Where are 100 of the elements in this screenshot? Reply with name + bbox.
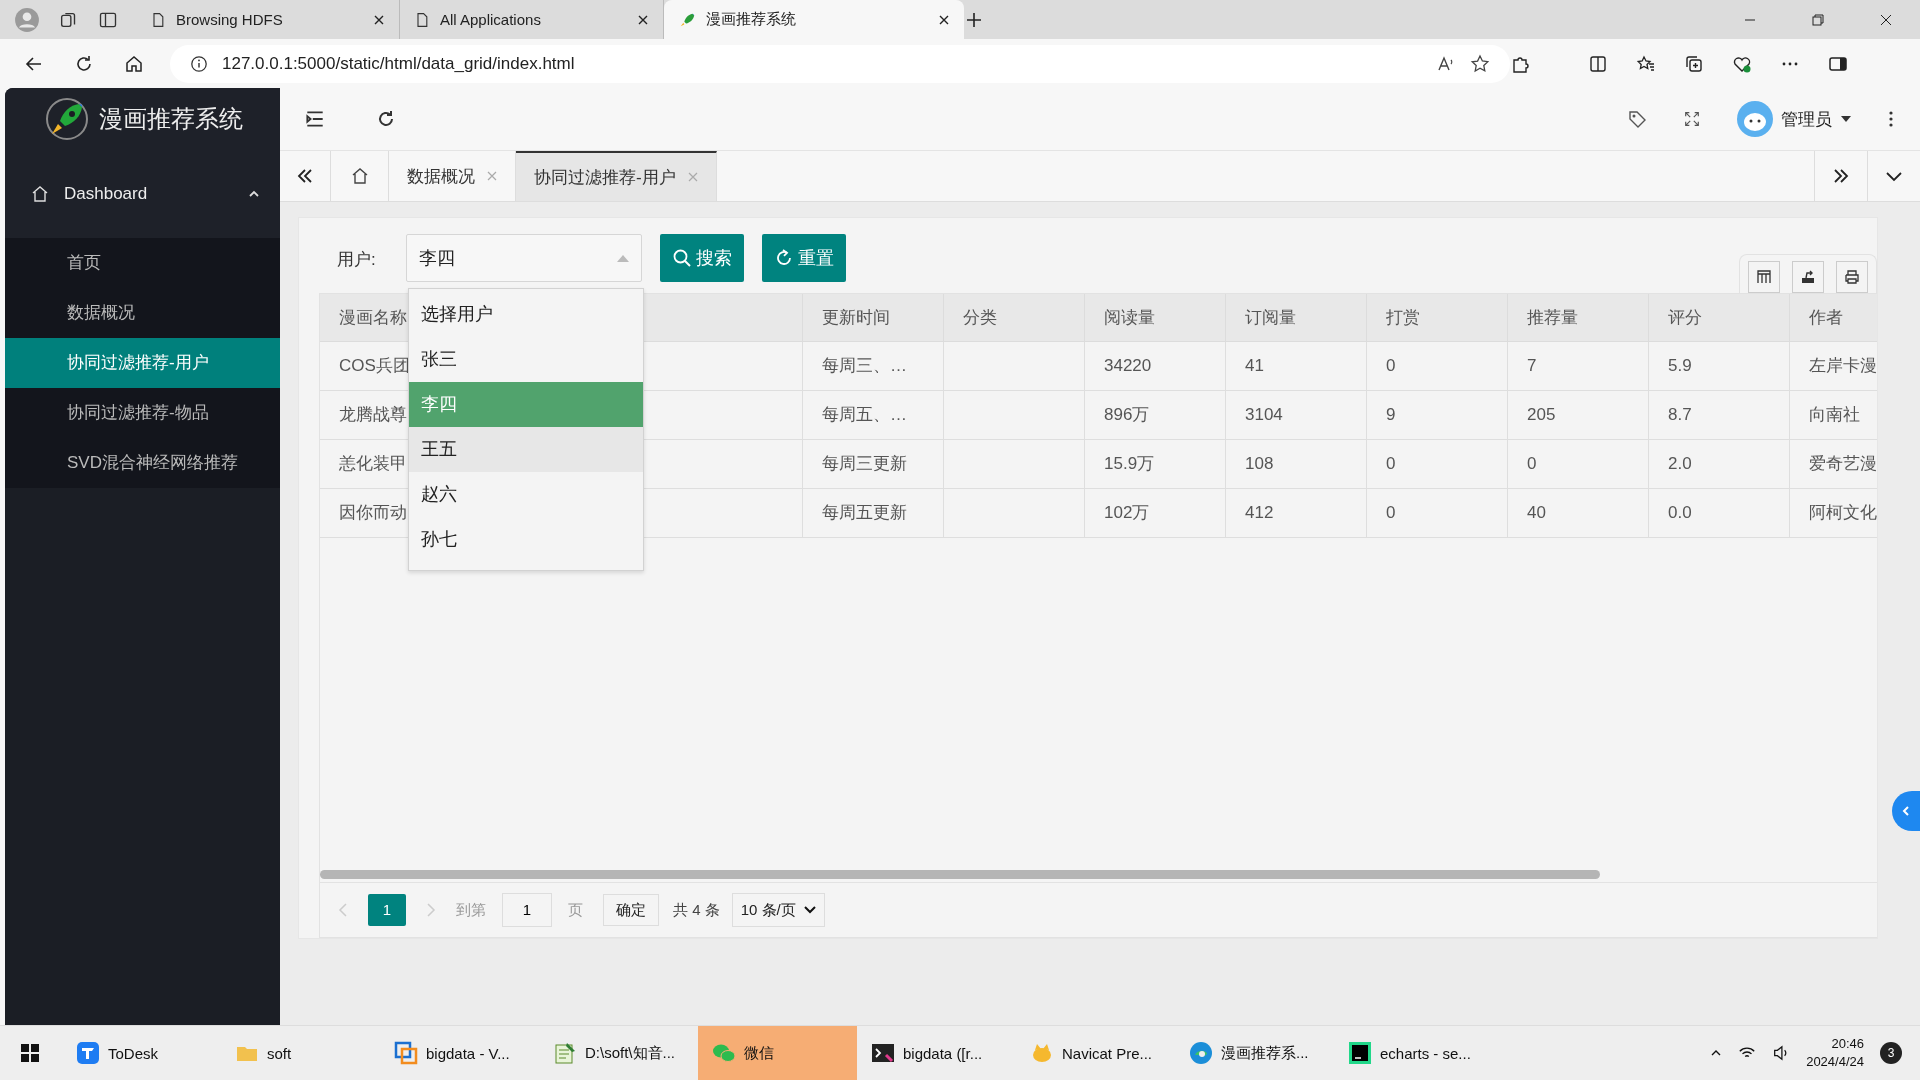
sidebar-item[interactable]: SVD混合神经网络推荐: [5, 438, 280, 488]
sidebar-item[interactable]: 首页: [5, 238, 280, 288]
page-number[interactable]: 1: [368, 894, 406, 926]
total-count: 共 4 条: [673, 900, 720, 920]
table-cell: 102万: [1085, 489, 1226, 538]
taskbar-app[interactable]: soft: [221, 1026, 380, 1080]
tab-title: 漫画推荐系统: [706, 10, 797, 29]
close-icon[interactable]: [637, 13, 649, 26]
table-cell: 0: [1367, 440, 1508, 489]
dropdown-option[interactable]: 赵六: [409, 472, 643, 517]
squares-icon: [394, 1041, 418, 1065]
table-cell: 左岸卡漫: [1790, 342, 1877, 391]
close-icon[interactable]: [938, 13, 950, 26]
table-cell: 每周三更新: [803, 440, 944, 489]
close-icon[interactable]: [373, 13, 385, 26]
user-menu[interactable]: 管理员: [1737, 101, 1852, 137]
refresh-icon[interactable]: [376, 109, 396, 129]
confirm-button[interactable]: 确定: [603, 894, 659, 926]
dropdown-option[interactable]: 选择用户: [409, 292, 643, 337]
taskbar-app[interactable]: D:\soft\知音...: [539, 1026, 698, 1080]
split-screen-icon[interactable]: [1588, 53, 1608, 74]
table-cell: 896万: [1085, 391, 1226, 440]
restore-icon[interactable]: [1812, 13, 1824, 26]
table-cell: 40: [1508, 489, 1649, 538]
column-header: 阅读量: [1085, 294, 1226, 342]
fullscreen-icon[interactable]: [1683, 110, 1701, 128]
table-cell: 向南社: [1790, 391, 1877, 440]
taskbar-app[interactable]: echarts - se...: [1334, 1026, 1493, 1080]
avatar-icon: [1737, 101, 1773, 137]
sidebar-item[interactable]: 协同过滤推荐-物品: [5, 388, 280, 438]
info-icon: [190, 54, 208, 73]
collections-icon[interactable]: [1684, 53, 1704, 74]
reset-button[interactable]: 重置: [761, 234, 846, 282]
browser-icon: [1189, 1041, 1213, 1065]
table-cell: 8.7: [1649, 391, 1790, 440]
page-tab[interactable]: 协同过滤推荐-用户: [516, 151, 717, 201]
app-title: 漫画推荐系统: [99, 104, 243, 134]
windows-start-icon[interactable]: [20, 1043, 40, 1063]
table-cell: 阿柯文化: [1790, 489, 1877, 538]
taskbar-app[interactable]: 漫画推荐系...: [1175, 1026, 1334, 1080]
search-icon: [671, 248, 692, 268]
export-icon: [1800, 269, 1816, 285]
url-text: 127.0.0.1:5000/static/html/data_grid/index.html: [222, 53, 575, 74]
columns-button[interactable]: [1748, 261, 1780, 293]
tag-icon[interactable]: [1627, 109, 1647, 129]
table-cell: 0: [1508, 440, 1649, 489]
taskbar-app-label: Navicat Pre...: [1062, 1044, 1153, 1062]
search-button[interactable]: 搜索: [659, 234, 744, 282]
table-cell: 爱奇艺漫: [1790, 440, 1877, 489]
table-cell: 9: [1367, 391, 1508, 440]
user-select[interactable]: 李四: [405, 234, 642, 282]
notification-badge[interactable]: 3: [1880, 1042, 1902, 1064]
page-tab-label: 协同过滤推荐-用户: [534, 166, 676, 189]
table-cell: 0: [1367, 342, 1508, 391]
column-header: 评分: [1649, 294, 1790, 342]
menu-group[interactable]: Dashboard: [5, 150, 280, 238]
address-bar[interactable]: 127.0.0.1:5000/static/html/data_grid/index.html: [170, 44, 1510, 83]
ide-icon: [1348, 1041, 1372, 1065]
browser-tab[interactable]: 漫画推荐系统: [664, 0, 964, 39]
dropdown-option[interactable]: 孙七: [409, 517, 643, 562]
taskbar-app-label: 微信: [744, 1043, 774, 1063]
table-cell: 7: [1508, 342, 1649, 391]
scrollbar-thumb[interactable]: [320, 870, 1600, 879]
table-cell: 15.9万: [1085, 440, 1226, 489]
print-button[interactable]: [1836, 261, 1868, 293]
taskbar-app-label: bigdata - V...: [426, 1044, 510, 1062]
taskbar-app[interactable]: bigdata - V...: [380, 1026, 539, 1080]
rocket-logo-icon: [45, 97, 89, 141]
table-cell: 34220: [1085, 342, 1226, 391]
terminal-icon: [871, 1041, 895, 1065]
close-icon[interactable]: [1880, 13, 1892, 26]
column-header: 更新时间: [803, 294, 944, 342]
favorites-icon[interactable]: [1636, 53, 1656, 74]
home-icon: [30, 184, 50, 204]
taskbar-app[interactable]: ToDesk: [62, 1026, 221, 1080]
page-input[interactable]: 1: [502, 893, 552, 927]
table-cell: 每周三、…: [803, 342, 944, 391]
table-cell: 205: [1508, 391, 1649, 440]
home-icon[interactable]: [124, 53, 144, 74]
column-header: 分类: [944, 294, 1085, 342]
clock[interactable]: 20:46 2024/4/24: [1806, 1035, 1864, 1071]
page-icon: [150, 11, 166, 28]
taskbar-app[interactable]: bigdata ([r...: [857, 1026, 1016, 1080]
taskbar-app[interactable]: Navicat Pre...: [1016, 1026, 1175, 1080]
column-header: 推荐量: [1508, 294, 1649, 342]
dropdown-option[interactable]: 王五: [409, 427, 643, 472]
todesk-icon: [76, 1041, 100, 1065]
menu-group-label: Dashboard: [64, 184, 148, 204]
table-cell: 每周五、…: [803, 391, 944, 440]
sidebar-item[interactable]: 数据概况: [5, 288, 280, 338]
page-size-select[interactable]: 10 条/页: [731, 893, 825, 927]
taskbar-app[interactable]: 微信: [698, 1026, 857, 1080]
taskbar-app-label: soft: [267, 1044, 292, 1062]
sidebar-item[interactable]: 协同过滤推荐-用户: [5, 338, 280, 388]
more-icon[interactable]: [1888, 109, 1894, 129]
table-cell: 412: [1226, 489, 1367, 538]
export-button[interactable]: [1792, 261, 1824, 293]
table-cell: 41: [1226, 342, 1367, 391]
reload-icon[interactable]: [74, 53, 94, 74]
star-icon[interactable]: [1470, 53, 1490, 74]
